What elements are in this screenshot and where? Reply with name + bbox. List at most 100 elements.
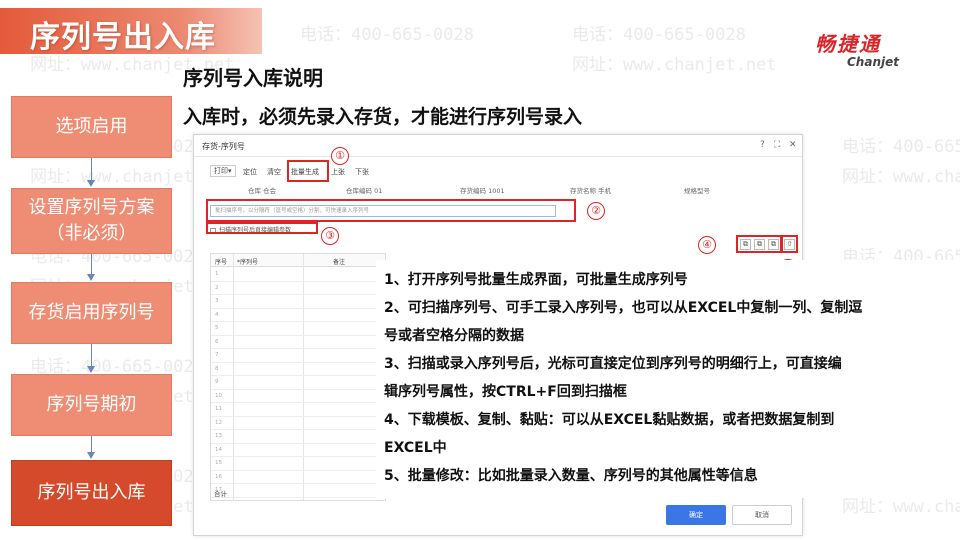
annotation-marker: ③ xyxy=(321,227,339,245)
flow-arrow-icon xyxy=(87,452,95,459)
next-button[interactable]: 下张 xyxy=(355,167,369,177)
table-row[interactable] xyxy=(211,321,385,322)
step-label: 序列号出入库 xyxy=(37,482,146,503)
column-divider xyxy=(233,254,234,500)
row-number: 4 xyxy=(215,311,219,318)
step-serial-in-out[interactable]: 序列号出入库 xyxy=(11,460,172,526)
total-label: 合计 xyxy=(214,490,227,498)
highlight-scan-option xyxy=(206,222,318,234)
row-number: 15 xyxy=(215,460,222,466)
step-label: 设置序列号方案（非必须） xyxy=(28,197,155,244)
table-row[interactable] xyxy=(211,307,385,309)
dialog-title: 存货-序列号 xyxy=(202,142,245,151)
warehouse-code-field: 仓库编码 01 xyxy=(346,187,383,195)
highlight-toolbar-icons xyxy=(736,235,782,253)
logo-english: Chanjet xyxy=(847,55,899,69)
note-line: 3、扫描或录入序列号后，光标可直接定位到序列号的明细行上，可直接编 xyxy=(384,356,842,372)
row-number: 2 xyxy=(215,284,219,291)
table-row[interactable] xyxy=(211,294,385,295)
table-row[interactable] xyxy=(211,469,385,471)
warehouse-field: 仓库 仓会 xyxy=(248,187,277,195)
note-line: 5、批量修改：比如批量录入数量、序列号的其他属性等信息 xyxy=(384,468,758,484)
flow-connector xyxy=(91,344,92,368)
flow-connector xyxy=(91,158,92,182)
table-row[interactable] xyxy=(211,496,385,498)
table-row[interactable] xyxy=(211,334,385,336)
page-title: 序列号出入库 xyxy=(30,20,216,55)
chanjet-logo: 畅捷通 Chanjet xyxy=(815,28,899,69)
note-line: 号或者空格分隔的数据 xyxy=(384,328,524,344)
previous-button[interactable]: 上张 xyxy=(331,167,345,177)
table-row[interactable] xyxy=(211,483,385,484)
item-name-field: 存货名称 手机 xyxy=(570,187,612,195)
row-number: 13 xyxy=(215,433,222,439)
highlight-batch xyxy=(287,160,329,182)
column-divider xyxy=(303,254,304,500)
note-line: EXCEL中 xyxy=(384,440,447,456)
help-icon[interactable]: ? xyxy=(760,140,765,150)
highlight-batch-edit xyxy=(781,235,798,253)
table-row[interactable] xyxy=(211,280,385,282)
watermark-phone: 电话：400-665-0028 xyxy=(572,25,746,45)
table-row[interactable] xyxy=(211,348,385,349)
row-number: 3 xyxy=(215,298,219,304)
annotation-marker: ④ xyxy=(698,236,716,254)
flow-arrow-icon xyxy=(87,274,95,281)
step-option-enable[interactable]: 选项启用 xyxy=(11,96,172,158)
note-line: 辑序列号属性，按CTRL+F回到扫描框 xyxy=(384,384,627,400)
row-number: 10 xyxy=(215,392,222,399)
row-number: 1 xyxy=(215,271,219,277)
table-row[interactable] xyxy=(211,361,385,363)
close-icon[interactable]: ✕ xyxy=(789,140,797,150)
cancel-button[interactable]: 取消 xyxy=(732,505,792,525)
spec-field: 规格型号 xyxy=(684,187,710,195)
maximize-icon[interactable]: ⛶ xyxy=(774,140,780,150)
column-header: *序列号 xyxy=(237,259,259,266)
step-label: 存货启用序列号 xyxy=(28,302,155,323)
row-number: 7 xyxy=(215,352,219,358)
step-serial-scheme[interactable]: 设置序列号方案（非必须） xyxy=(11,188,172,254)
step-item-serial-enable[interactable]: 存货启用序列号 xyxy=(11,282,172,344)
row-number: 14 xyxy=(215,446,222,453)
confirm-button[interactable]: 确定 xyxy=(666,505,726,525)
print-button[interactable]: 打印▾ xyxy=(210,165,236,177)
row-number: 5 xyxy=(215,325,219,331)
step-label: 序列号期初 xyxy=(46,394,137,415)
section-subtitle: 序列号入库说明 xyxy=(183,66,323,90)
table-row[interactable] xyxy=(211,375,385,376)
flow-connector xyxy=(91,254,92,276)
watermark-phone: 电话：400-665-0028 xyxy=(300,25,474,45)
step-label: 选项启用 xyxy=(55,116,128,137)
serial-grid: 序号 *序列号 备注 1 2 3 4 5 6 7 8 9 10 11 12 13 14 15 16 17 xyxy=(210,253,386,501)
grid-header: 序号 *序列号 备注 xyxy=(211,254,385,267)
flow-arrow-icon xyxy=(87,180,95,187)
step-serial-opening[interactable]: 序列号期初 xyxy=(11,374,172,436)
row-number: 6 xyxy=(215,338,219,345)
table-row[interactable] xyxy=(211,388,385,390)
watermark-site: 网址：www.chanjet.net xyxy=(842,167,960,187)
row-number: 16 xyxy=(215,473,222,480)
annotation-marker: ① xyxy=(331,147,349,165)
column-header: 序号 xyxy=(215,259,228,266)
item-code-field: 存货编码 1001 xyxy=(460,187,505,195)
table-row[interactable] xyxy=(211,415,385,417)
locate-button[interactable]: 定位 xyxy=(243,167,257,177)
table-row[interactable] xyxy=(211,442,385,444)
watermark-phone: 电话：400-665-0028 xyxy=(842,137,960,157)
table-row[interactable] xyxy=(211,402,385,403)
logo-chinese: 畅捷通 xyxy=(815,32,881,56)
divider xyxy=(194,156,802,157)
lead-text: 入库时，必须先录入存货，才能进行序列号录入 xyxy=(183,106,583,128)
row-number: 8 xyxy=(215,365,219,372)
note-line: 2、可扫描序列号、可手工录入序列号，也可以从EXCEL中复制一列、复制逗 xyxy=(384,300,863,316)
row-number: 12 xyxy=(215,419,222,426)
highlight-input xyxy=(206,199,576,222)
annotation-marker: ② xyxy=(587,202,605,220)
note-line: 4、下载模板、复制、黏贴：可以从EXCEL黏贴数据，或者把数据复制到 xyxy=(384,412,835,428)
row-number: 9 xyxy=(215,379,219,385)
table-row[interactable] xyxy=(211,456,385,457)
clear-button[interactable]: 清空 xyxy=(267,167,281,177)
column-header: 备注 xyxy=(333,259,346,266)
watermark-site: 网址：www.chanjet.net xyxy=(572,55,777,75)
table-row[interactable] xyxy=(211,429,385,430)
